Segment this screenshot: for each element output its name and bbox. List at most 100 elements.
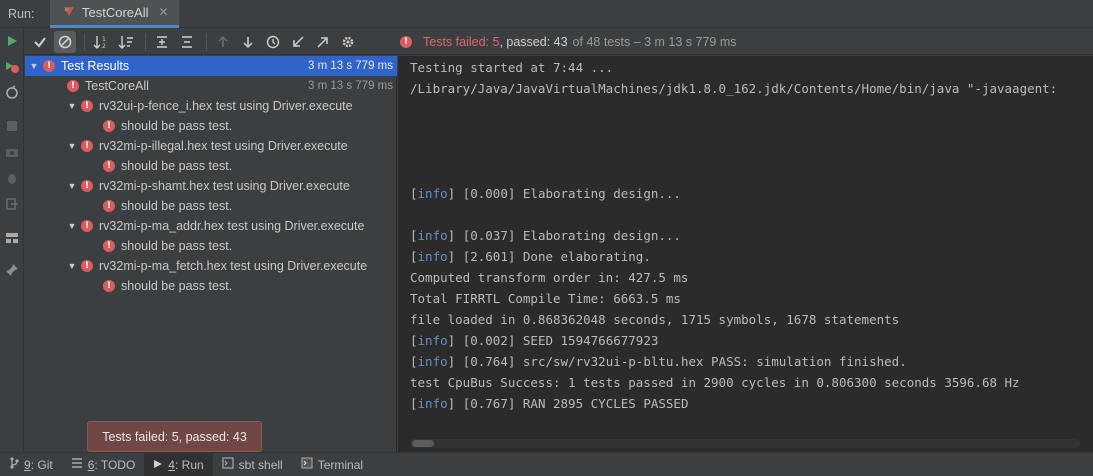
console-line: [info] [0.764] src/sw/rv32ui-p-bltu.hex … (410, 354, 907, 369)
tab-title: TestCoreAll (82, 4, 149, 20)
expand-arrow-icon[interactable]: ▼ (67, 181, 77, 191)
tab-close-icon[interactable]: ✕ (158, 5, 168, 19)
console-line: [info] [2.601] Done elaborating. (410, 249, 651, 264)
tree-row-test-case[interactable]: ! should be pass test. (25, 156, 397, 176)
tree-row-test-case[interactable]: ! should be pass test. (25, 116, 397, 136)
previous-failed-test-icon[interactable] (212, 31, 234, 53)
rerun-icon[interactable] (3, 32, 21, 50)
tree-row-label: TestCoreAll (85, 79, 149, 93)
collapse-all-icon[interactable] (176, 31, 198, 53)
sbt-shell-icon (222, 457, 234, 472)
debug-icon[interactable] (3, 169, 21, 187)
info-tag: info (417, 249, 448, 264)
toolbar-separator (84, 32, 85, 51)
run-label: Run: (8, 6, 35, 21)
tree-row-test[interactable]: ▼ ! rv32mi-p-ma_addr.hex test using Driv… (25, 216, 397, 236)
import-tests-icon[interactable] (287, 31, 309, 53)
tree-row-test[interactable]: ▼ ! rv32ui-p-fence_i.hex test using Driv… (25, 96, 397, 116)
tab-testcoreall[interactable]: TestCoreAll ✕ (50, 0, 179, 28)
tree-row-label: Test Results (61, 59, 130, 73)
camera-icon[interactable] (3, 143, 21, 161)
tree-row-suite[interactable]: ! TestCoreAll 3 m 13 s 779 ms (25, 76, 397, 96)
tool-tab-todo[interactable]: 6: TODO (62, 453, 145, 476)
info-tag: info (417, 186, 448, 201)
svg-text:1: 1 (102, 36, 106, 43)
error-icon: ! (400, 36, 412, 48)
duration-text: 3 m 13 s 779 ms (307, 80, 393, 92)
show-passed-icon[interactable] (29, 31, 51, 53)
expand-arrow-icon[interactable]: ▼ (67, 141, 77, 151)
status-failed-text: Tests failed: 5 (423, 35, 500, 49)
terminal-icon (301, 457, 313, 472)
expand-arrow-icon[interactable]: ▼ (67, 101, 77, 111)
tree-row-label: should be pass test. (121, 119, 233, 133)
tree-row-test-case[interactable]: ! should be pass test. (25, 196, 397, 216)
tool-tab-sbt-shell[interactable]: sbt shell (213, 453, 292, 476)
show-ignored-icon[interactable] (54, 30, 76, 53)
stop-icon[interactable] (3, 117, 21, 135)
toggle-auto-test-icon[interactable] (3, 84, 21, 102)
horizontal-scrollbar[interactable] (410, 439, 1080, 448)
tree-row-label: should be pass test. (121, 279, 233, 293)
error-icon: ! (103, 240, 115, 252)
tree-row-test[interactable]: ▼ ! rv32mi-p-ma_fetch.hex test using Dri… (25, 256, 397, 276)
console-line: test CpuBus Success: 1 tests passed in 2… (410, 375, 1020, 390)
expand-arrow-icon[interactable]: ▼ (29, 61, 39, 71)
tree-row-test-case[interactable]: ! should be pass test. (25, 236, 397, 256)
test-history-icon[interactable] (262, 31, 284, 53)
tree-row-test-case[interactable]: ! should be pass test. (25, 276, 397, 296)
console-output[interactable]: Testing started at 7:44 ... /Library/Jav… (398, 56, 1093, 452)
test-status-summary: ! Tests failed: 5, passed: 43 of 48 test… (400, 29, 737, 55)
test-results-tree: ▼ ! Test Results 3 m 13 s 779 ms ! TestC… (25, 56, 397, 452)
console-line: [info] [0.037] Elaborating design... (410, 228, 681, 243)
error-icon: ! (103, 160, 115, 172)
settings-gear-icon[interactable] (337, 31, 359, 53)
exit-icon[interactable] (3, 195, 21, 213)
tree-row-test-results[interactable]: ▼ ! Test Results 3 m 13 s 779 ms (25, 56, 397, 76)
layout-icon[interactable] (3, 229, 21, 247)
tree-row-label: rv32mi-p-illegal.hex test using Driver.e… (99, 139, 348, 153)
tool-tab-terminal[interactable]: Terminal (292, 453, 372, 476)
bottom-tool-window-bar: 9: Git 6: TODO 4: Run sbt shell Terminal (0, 452, 1093, 476)
sort-by-duration-icon[interactable] (115, 31, 137, 53)
tree-row-test[interactable]: ▼ ! rv32mi-p-illegal.hex test using Driv… (25, 136, 397, 156)
git-branch-icon (9, 457, 19, 472)
console-line: Testing started at 7:44 ... (410, 60, 614, 75)
next-failed-test-icon[interactable] (237, 31, 259, 53)
run-side-toolstrip (0, 29, 24, 452)
error-icon: ! (103, 200, 115, 212)
todo-list-icon (71, 457, 83, 472)
console-line: Total FIRRTL Compile Time: 6663.5 ms (410, 291, 681, 306)
tree-row-label: rv32ui-p-fence_i.hex test using Driver.e… (99, 99, 353, 113)
duration-text: 3 m 13 s 779 ms (307, 60, 393, 72)
error-icon: ! (43, 60, 55, 72)
error-icon: ! (81, 180, 93, 192)
export-tests-icon[interactable] (312, 31, 334, 53)
error-icon: ! (81, 100, 93, 112)
info-tag: info (417, 333, 448, 348)
tool-tab-git[interactable]: 9: Git (0, 453, 62, 476)
sort-alphabetically-icon[interactable]: 12 (90, 31, 112, 53)
scalatest-icon (62, 4, 76, 21)
tree-row-label: rv32mi-p-ma_fetch.hex test using Driver.… (99, 259, 368, 273)
error-icon: ! (103, 280, 115, 292)
expand-all-icon[interactable] (151, 31, 173, 53)
tree-row-label: should be pass test. (121, 239, 233, 253)
tool-tab-run[interactable]: 4: Run (144, 452, 213, 476)
error-icon: ! (103, 120, 115, 132)
pin-icon[interactable] (3, 261, 21, 279)
console-line: [info] [0.767] RAN 2895 CYCLES PASSED (410, 396, 689, 411)
rerun-failed-tests-icon[interactable] (3, 58, 21, 76)
info-tag: info (417, 396, 448, 411)
svg-text:2: 2 (102, 43, 106, 49)
tree-row-label: rv32mi-p-ma_addr.hex test using Driver.e… (99, 219, 365, 233)
console-line: file loaded in 0.868362048 seconds, 1715… (410, 312, 900, 327)
run-play-icon (153, 458, 163, 472)
console-line: Computed transform order in: 427.5 ms (410, 270, 689, 285)
expand-arrow-icon[interactable]: ▼ (67, 261, 77, 271)
expand-arrow-icon[interactable]: ▼ (67, 221, 77, 231)
console-line: /Library/Java/JavaVirtualMachines/jdk1.8… (410, 81, 1058, 96)
scrollbar-thumb[interactable] (412, 440, 434, 447)
status-passed-text: , passed: 43 (499, 35, 568, 49)
tree-row-test[interactable]: ▼ ! rv32mi-p-shamt.hex test using Driver… (25, 176, 397, 196)
